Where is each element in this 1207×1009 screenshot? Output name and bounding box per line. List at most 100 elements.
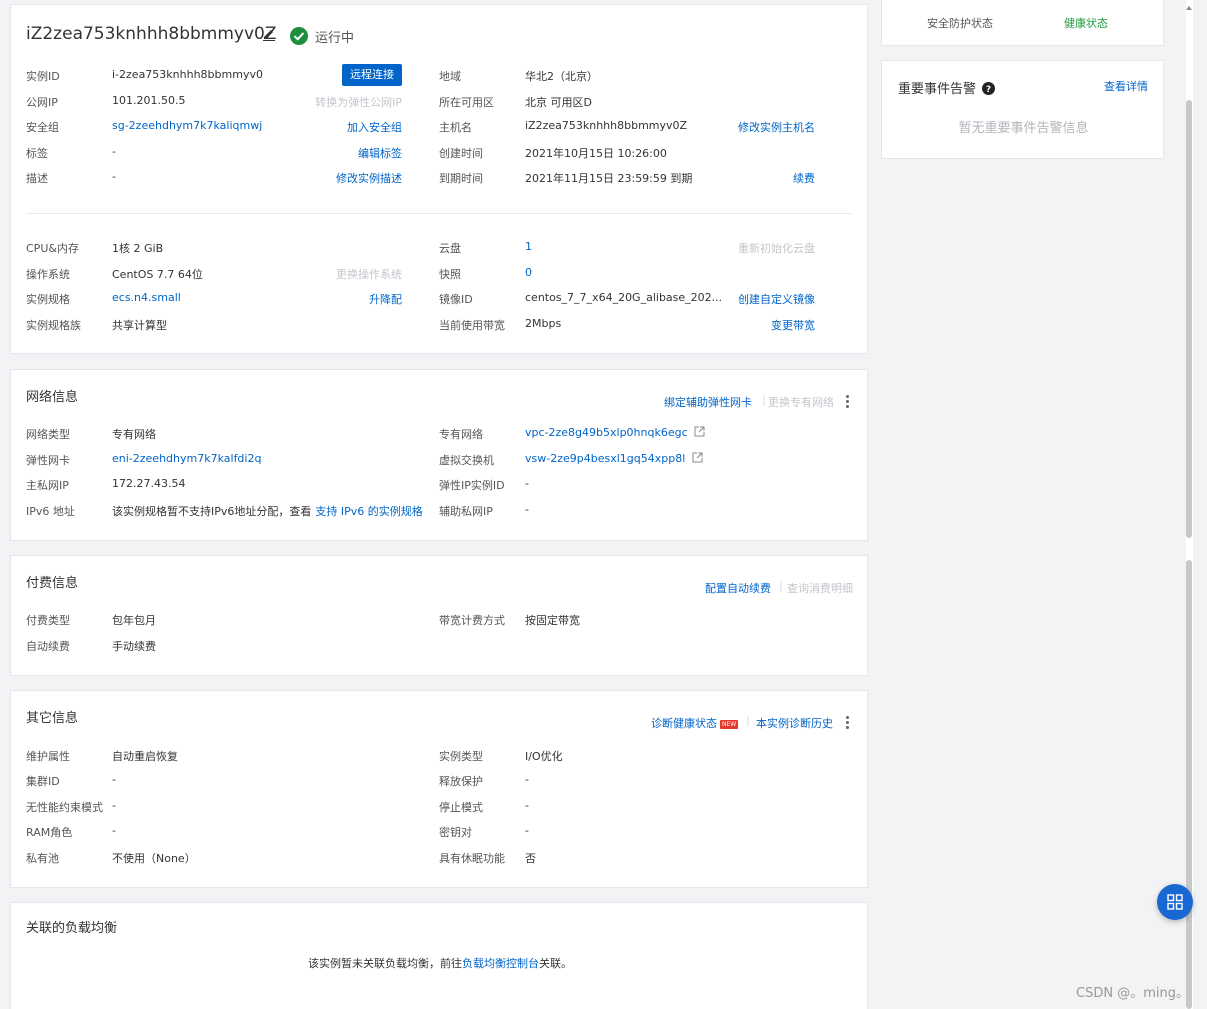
separator: | xyxy=(762,393,766,406)
instance-type-link[interactable]: ecs.n4.small xyxy=(112,291,181,304)
label-description: 描述 xyxy=(26,172,48,185)
resize-link[interactable]: 升降配 xyxy=(369,291,402,307)
vpc-link[interactable]: vpc-2ze8g49b5xlp0hnqk6egc xyxy=(525,426,688,439)
create-image-link[interactable]: 创建自定义镜像 xyxy=(738,291,815,307)
diagnose-health-link[interactable]: 诊断健康状态 xyxy=(651,717,717,730)
value-secondary-ip: - xyxy=(525,503,529,516)
network-card: 网络信息 绑定辅助弹性网卡 | 更换专有网络 网络类型 专有网络 专有网络 vp… xyxy=(10,369,868,541)
label-expire: 到期时间 xyxy=(439,172,483,185)
diagnose-health-item: 诊断健康状态 NEW xyxy=(651,715,739,731)
label-bandwidth: 当前使用带宽 xyxy=(439,319,505,332)
ipv6-types-link[interactable]: 支持 IPv6 的实例规格 xyxy=(315,505,422,518)
label-type-family: 实例规格族 xyxy=(26,319,81,332)
value-description: - xyxy=(112,170,116,183)
value-public-ip: 101.201.50.5 xyxy=(112,94,186,107)
label-security-group: 安全组 xyxy=(26,121,59,134)
other-info-card: 其它信息 诊断健康状态 NEW | 本实例诊断历史 维护属性 自动重启恢复 实例类… xyxy=(10,690,868,888)
running-status-icon xyxy=(290,27,308,45)
value-unlimited-mode: - xyxy=(112,799,116,812)
label-eni: 弹性网卡 xyxy=(26,454,70,467)
change-bandwidth-link[interactable]: 变更带宽 xyxy=(771,317,815,333)
label-snapshot: 快照 xyxy=(439,268,461,281)
label-created: 创建时间 xyxy=(439,147,483,160)
vswitch-item: vsw-2ze9p4besxl1gq54xpp8l xyxy=(525,452,703,465)
events-title: 重要事件告警 xyxy=(898,82,977,97)
watermark: CSDN @。ming。 xyxy=(1076,986,1189,1001)
label-cpu-mem: CPU&内存 xyxy=(26,242,79,255)
network-title: 网络信息 xyxy=(26,390,79,405)
security-status-card: 安全防护状态 健康状态 xyxy=(881,0,1164,46)
svg-text:?: ? xyxy=(985,85,990,95)
edit-name-icon[interactable] xyxy=(262,27,276,41)
label-instance-kind: 实例类型 xyxy=(439,750,483,763)
more-menu-icon[interactable] xyxy=(846,716,849,731)
query-billing-link[interactable]: 查询消费明细 xyxy=(787,580,853,596)
label-vswitch: 虚拟交换机 xyxy=(439,454,494,467)
label-disk: 云盘 xyxy=(439,242,461,255)
edit-tags-link[interactable]: 编辑标签 xyxy=(358,145,402,161)
label-instance-type: 实例规格 xyxy=(26,293,70,306)
value-maintenance: 自动重启恢复 xyxy=(112,750,178,763)
join-security-group-link[interactable]: 加入安全组 xyxy=(347,119,402,135)
convert-eip-link[interactable]: 转换为弹性公网IP xyxy=(315,94,402,110)
renew-link[interactable]: 续费 xyxy=(793,170,815,186)
scroll-up-arrow-icon[interactable] xyxy=(1186,6,1192,10)
change-os-link[interactable]: 更换操作系统 xyxy=(336,266,402,282)
label-hostname: 主机名 xyxy=(439,121,472,134)
remote-connect-button[interactable]: 远程连接 xyxy=(342,64,402,86)
label-public-ip: 公网IP xyxy=(26,96,58,109)
new-badge: NEW xyxy=(720,719,739,729)
label-private-ip: 主私网IP xyxy=(26,479,69,492)
value-payment-type: 包年包月 xyxy=(112,614,156,627)
health-status-label: 健康状态 xyxy=(1064,17,1108,30)
label-secondary-ip: 辅助私网IP xyxy=(439,505,493,518)
events-empty-text: 暂无重要事件告警信息 xyxy=(958,121,1089,136)
bind-eni-link[interactable]: 绑定辅助弹性网卡 xyxy=(664,394,752,410)
value-release-protect: - xyxy=(525,773,529,786)
value-cluster-id: - xyxy=(112,773,116,786)
lb-console-link[interactable]: 负载均衡控制台 xyxy=(462,957,539,970)
security-group-link[interactable]: sg-2zeehdhym7k7kaliqmwj xyxy=(112,119,262,132)
external-link-icon[interactable] xyxy=(694,426,705,437)
value-hostname: iZ2zea753knhhh8bbmmyv0Z xyxy=(525,119,688,132)
reinit-disk-link[interactable]: 重新初始化云盘 xyxy=(738,240,815,256)
billing-title: 付费信息 xyxy=(26,576,79,591)
value-region: 华北2（北京） xyxy=(525,70,598,83)
value-type-family: 共享计算型 xyxy=(112,319,167,332)
help-icon[interactable]: ? xyxy=(981,82,995,95)
events-detail-link[interactable]: 查看详情 xyxy=(1104,78,1148,94)
lb-title: 关联的负载均衡 xyxy=(26,921,118,936)
external-link-icon[interactable] xyxy=(692,452,703,463)
more-menu-icon[interactable] xyxy=(846,395,849,410)
floating-apps-button[interactable] xyxy=(1157,884,1193,920)
disk-count-link[interactable]: 1 xyxy=(525,240,532,253)
label-unlimited-mode: 无性能约束模式 xyxy=(26,801,103,814)
vswitch-link[interactable]: vsw-2ze9p4besxl1gq54xpp8l xyxy=(525,452,685,465)
value-created: 2021年10月15日 10:26:00 xyxy=(525,147,667,160)
modify-hostname-link[interactable]: 修改实例主机名 xyxy=(738,119,815,135)
modify-description-link[interactable]: 修改实例描述 xyxy=(336,170,402,186)
diagnose-history-link[interactable]: 本实例诊断历史 xyxy=(756,715,833,731)
value-eip-id: - xyxy=(525,477,529,490)
value-zone: 北京 可用区D xyxy=(525,96,592,109)
ipv6-note: 该实例规格暂不支持IPv6地址分配，查看 xyxy=(112,505,312,518)
label-os: 操作系统 xyxy=(26,268,70,281)
change-vpc-link[interactable]: 更换专有网络 xyxy=(768,394,834,410)
scrollbar-thumb-lower[interactable] xyxy=(1186,560,1192,1009)
config-auto-renew-link[interactable]: 配置自动续费 xyxy=(705,580,771,596)
snapshot-count-link[interactable]: 0 xyxy=(525,266,532,279)
label-auto-renew: 自动续费 xyxy=(26,640,70,653)
ipv6-value: 该实例规格暂不支持IPv6地址分配，查看 支持 IPv6 的实例规格 xyxy=(112,503,423,519)
value-hibernate: 否 xyxy=(525,852,536,865)
label-vpc: 专有网络 xyxy=(439,428,483,441)
eni-link[interactable]: eni-2zeehdhym7k7kalfdi2q xyxy=(112,452,261,465)
label-image-id: 镜像ID xyxy=(439,293,473,306)
vpc-item: vpc-2ze8g49b5xlp0hnqk6egc xyxy=(525,426,705,439)
scrollbar-thumb-upper[interactable] xyxy=(1186,100,1192,538)
value-ram-role: - xyxy=(112,824,116,837)
value-expire: 2021年11月15日 23:59:59 到期 xyxy=(525,172,693,185)
value-bandwidth: 2Mbps xyxy=(525,317,562,330)
label-ram-role: RAM角色 xyxy=(26,826,73,839)
label-stop-mode: 停止模式 xyxy=(439,801,483,814)
value-os: CentOS 7.7 64位 xyxy=(112,268,203,281)
